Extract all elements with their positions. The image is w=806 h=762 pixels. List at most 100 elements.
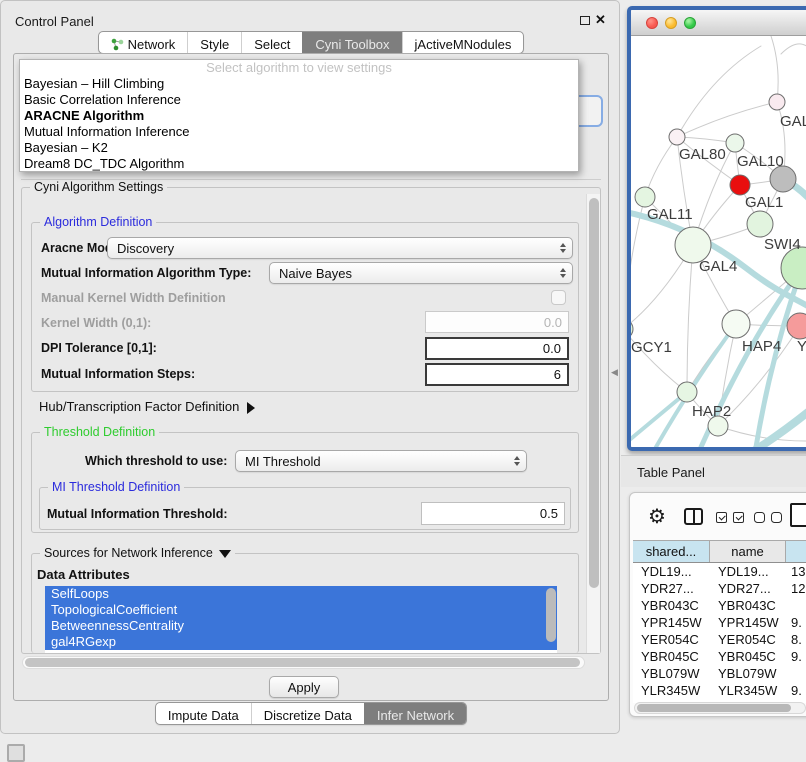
algorithm-option[interactable]: Bayesian – K2 bbox=[20, 140, 578, 156]
algorithm-option[interactable]: Basic Correlation Inference bbox=[20, 92, 578, 108]
tab-select[interactable]: Select bbox=[241, 32, 302, 53]
table-cell: YBR043C bbox=[710, 597, 786, 614]
tab-network[interactable]: Network bbox=[99, 32, 188, 53]
algorithm-option[interactable]: ARACNE Algorithm bbox=[20, 108, 578, 124]
splitter-collapse-icon[interactable]: ◀ bbox=[611, 367, 618, 378]
table-cell: 8. bbox=[786, 631, 806, 648]
mi-threshold-field[interactable]: 0.5 bbox=[421, 502, 565, 525]
tab-style[interactable]: Style bbox=[187, 32, 241, 53]
dpi-tolerance-label: DPI Tolerance [0,1]: bbox=[41, 341, 157, 355]
algorithm-option[interactable]: Dream8 DC_TDC Algorithm bbox=[20, 156, 578, 172]
kernel-width-field[interactable]: 0.0 bbox=[425, 311, 569, 333]
algorithm-option[interactable]: Mutual Information Inference bbox=[20, 124, 578, 140]
network-node[interactable] bbox=[726, 134, 744, 152]
hub-definition-expander[interactable]: Hub/Transcription Factor Definition bbox=[39, 399, 255, 414]
table-window: ⚙ shared...name YDL19...YDL19...13YDR27.… bbox=[629, 492, 806, 717]
table-cell: 13 bbox=[786, 563, 806, 580]
apply-button[interactable]: Apply bbox=[269, 676, 339, 698]
network-node[interactable] bbox=[730, 175, 750, 195]
table-cell: YER054C bbox=[710, 631, 786, 648]
tab-jactivemnodules[interactable]: jActiveMNodules bbox=[402, 32, 524, 53]
table-cell: YDL19... bbox=[710, 563, 786, 580]
tab-cyni-toolbox[interactable]: Cyni Toolbox bbox=[302, 32, 401, 53]
network-node[interactable] bbox=[747, 211, 773, 237]
which-threshold-select[interactable]: MI Threshold bbox=[235, 450, 527, 472]
hub-definition-label: Hub/Transcription Factor Definition bbox=[39, 399, 239, 414]
table-row[interactable]: YDL19...YDL19...13 bbox=[633, 563, 806, 580]
traffic-light-zoom-icon[interactable] bbox=[684, 17, 696, 29]
control-panel-window: Control Panel ✕ NetworkStyleSelectCyni T… bbox=[0, 0, 620, 734]
table-cell: 9. bbox=[786, 614, 806, 631]
network-node[interactable] bbox=[787, 313, 806, 339]
network-node[interactable] bbox=[669, 129, 685, 145]
manual-kernel-width-checkbox[interactable] bbox=[551, 290, 566, 305]
grip-icon bbox=[7, 744, 25, 762]
page-icon[interactable] bbox=[790, 503, 806, 527]
table-row[interactable]: YLR345WYLR345W9. bbox=[633, 682, 806, 699]
application-root: Control Panel ✕ NetworkStyleSelectCyni T… bbox=[0, 0, 806, 762]
table-cell: YBL079W bbox=[633, 665, 710, 682]
control-panel-tabbar: Network Style Select Cyni Toolbox jActiveMNo… bbox=[1, 31, 621, 54]
network-node[interactable] bbox=[635, 187, 655, 207]
tab-impute-data[interactable]: Impute Data bbox=[156, 703, 251, 724]
group-title: Threshold Definition bbox=[40, 425, 159, 439]
traffic-light-close-icon[interactable] bbox=[646, 17, 658, 29]
column-header[interactable]: name bbox=[710, 541, 786, 562]
bottom-tabbar: Impute Data Discretize Data Infer Network bbox=[1, 702, 621, 725]
table-cell: YBR043C bbox=[633, 597, 710, 614]
tab-label: Infer Network bbox=[377, 708, 454, 723]
table-cell: YLR345W bbox=[710, 682, 786, 699]
list-scrollbar[interactable] bbox=[546, 588, 556, 642]
network-window-titlebar[interactable] bbox=[631, 10, 806, 36]
mi-steps-field[interactable]: 6 bbox=[425, 363, 569, 386]
tab-label: Style bbox=[200, 37, 229, 52]
settings-horizontal-scrollbar[interactable] bbox=[22, 656, 585, 669]
network-view-window: GALGAL80GAL10GAL1GAL11SWI4GAL4GCY1HAP4YH… bbox=[627, 6, 806, 451]
traffic-light-minimize-icon[interactable] bbox=[665, 17, 677, 29]
unchecked-checkbox-icon[interactable] bbox=[771, 512, 782, 523]
aracne-mode-select[interactable]: Discovery bbox=[107, 237, 573, 259]
tab-label: Select bbox=[254, 37, 290, 52]
split-panel-icon[interactable] bbox=[684, 508, 703, 525]
tab-label: Discretize Data bbox=[264, 708, 352, 723]
data-attribute-item[interactable]: BetweennessCentrality bbox=[45, 618, 557, 634]
table-row[interactable]: YBR045CYBR045C9. bbox=[633, 648, 806, 665]
data-attribute-item[interactable]: SelfLoops bbox=[45, 586, 557, 602]
table-row[interactable]: YBR043CYBR043C bbox=[633, 597, 806, 614]
table-cell: YDR27... bbox=[633, 580, 710, 597]
chevron-updown-icon bbox=[560, 243, 566, 253]
close-icon[interactable]: ✕ bbox=[595, 12, 606, 28]
table-row[interactable]: YDR27...YDR27...12 bbox=[633, 580, 806, 597]
data-attribute-item[interactable]: TopologicalCoefficient bbox=[45, 602, 557, 618]
network-node[interactable] bbox=[722, 310, 750, 338]
mi-algorithm-type-select[interactable]: Naive Bayes bbox=[269, 262, 573, 284]
checked-checkbox-icon[interactable] bbox=[733, 512, 744, 523]
expanded-arrow-icon[interactable] bbox=[219, 550, 231, 558]
data-attributes-label: Data Attributes bbox=[37, 567, 130, 582]
table-horizontal-scrollbar[interactable] bbox=[634, 702, 806, 714]
tab-label: Cyni Toolbox bbox=[315, 37, 389, 52]
settings-vertical-scrollbar[interactable] bbox=[586, 194, 600, 653]
gear-icon[interactable]: ⚙ bbox=[648, 504, 666, 529]
node-label: SWI4 bbox=[764, 236, 801, 253]
table-panel-title: Table Panel bbox=[637, 465, 705, 480]
group-title: MI Threshold Definition bbox=[48, 480, 184, 494]
network-node[interactable] bbox=[677, 382, 697, 402]
table-row[interactable]: YPR145WYPR145W9. bbox=[633, 614, 806, 631]
network-node[interactable] bbox=[769, 94, 785, 110]
network-canvas[interactable]: GALGAL80GAL10GAL1GAL11SWI4GAL4GCY1HAP4YH… bbox=[631, 36, 806, 447]
table-row[interactable]: YER054CYER054C8. bbox=[633, 631, 806, 648]
dpi-tolerance-value: 0.0 bbox=[543, 341, 561, 356]
algorithm-option[interactable]: Bayesian – Hill Climbing bbox=[20, 76, 578, 92]
column-header[interactable] bbox=[786, 541, 806, 562]
unchecked-checkbox-icon[interactable] bbox=[754, 512, 765, 523]
tab-discretize-data[interactable]: Discretize Data bbox=[251, 703, 364, 724]
checked-checkbox-icon[interactable] bbox=[716, 512, 727, 523]
data-attribute-item[interactable]: gal4RGexp bbox=[45, 634, 557, 650]
table-row[interactable]: YBL079WYBL079W bbox=[633, 665, 806, 682]
column-header[interactable]: shared... bbox=[633, 541, 710, 562]
gray-edge bbox=[771, 36, 778, 102]
dpi-tolerance-field[interactable]: 0.0 bbox=[425, 337, 569, 360]
float-icon[interactable] bbox=[580, 16, 590, 25]
tab-infer-network[interactable]: Infer Network bbox=[364, 703, 466, 724]
